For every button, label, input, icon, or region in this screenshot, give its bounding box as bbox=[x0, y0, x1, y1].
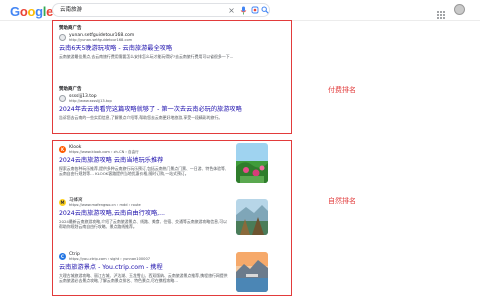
result-title-link[interactable]: 2024年去云南看完这篇攻略就够了 - 第一次去云南必玩的旅游攻略 bbox=[59, 106, 287, 114]
site-url: https://you.ctrip.com › sight › yunnan10… bbox=[69, 257, 151, 261]
result-thumbnail-image[interactable] bbox=[236, 143, 268, 183]
avatar[interactable] bbox=[454, 4, 465, 15]
search-icon[interactable] bbox=[260, 6, 269, 15]
result-snippet: 探索云南各种玩乐推荐,提供多种云南旅行玩乐预订,包括云南热门景点门票、一日游、特… bbox=[59, 165, 227, 176]
site-url: https://www.klook.com › zh-CN › 自由行 bbox=[69, 150, 139, 154]
globe-icon bbox=[59, 95, 66, 103]
organic-result: K Klook https://www.klook.com › zh-CN › … bbox=[59, 143, 229, 176]
globe-icon bbox=[59, 34, 66, 42]
mafengwo-icon: M bbox=[59, 199, 66, 207]
ad-result: 赞助商广告 ssssljj13.top http://www.ssssljj13… bbox=[59, 86, 287, 120]
logo-letter: G bbox=[10, 4, 20, 19]
result-title-link[interactable]: 云南6天5晚游玩攻略 - 云南旅游最全攻略 bbox=[59, 45, 287, 53]
result-title-link[interactable]: 2024云南旅游攻略 云南当地玩乐推荐 bbox=[59, 157, 229, 165]
mic-icon[interactable] bbox=[239, 6, 248, 15]
site-url: http://yunan.setfguidetour168.com bbox=[69, 38, 133, 42]
result-snippet: 2024最新云南旅游攻略,介绍了云南旅游景点、线路、美食、住宿、交通等云南旅游攻… bbox=[59, 218, 227, 229]
sponsored-label: 赞助商广告 bbox=[59, 26, 82, 31]
ctrip-icon: C bbox=[59, 253, 66, 261]
site-info[interactable]: K Klook https://www.klook.com › zh-CN › … bbox=[59, 145, 229, 155]
site-url: http://www.ssssljj13.top bbox=[69, 99, 112, 103]
logo-letter: o bbox=[27, 4, 36, 19]
site-info[interactable]: C Ctrip https://you.ctrip.com › sight › … bbox=[59, 252, 229, 262]
organic-result: M 马蜂窝 https://www.mafengwo.cn › mdd › ro… bbox=[59, 196, 229, 229]
result-snippet: 告诉您去云南的一些实用信息,了解景点介绍等,帮助您去云南更好地旅游,享受一段精彩… bbox=[59, 114, 223, 120]
result-snippet: 云南旅游最佳景点,去云南旅行费用需要怎么安排怎么玩才能玩得好?去云南旅行费用可以… bbox=[59, 53, 234, 59]
clear-icon[interactable]: × bbox=[227, 6, 236, 15]
google-logo[interactable]: Google bbox=[10, 4, 53, 19]
klook-icon: K bbox=[59, 146, 66, 154]
organic-ranking-label: 自然排名 bbox=[328, 197, 356, 205]
site-url: https://www.mafengwo.cn › mdd › route bbox=[69, 203, 141, 207]
search-input[interactable]: 云南旅游 × bbox=[52, 3, 270, 17]
sponsored-label: 赞助商广告 bbox=[59, 87, 82, 92]
ad-result: 赞助商广告 yunan.setfguidetour168.com http://… bbox=[59, 25, 287, 59]
result-title-link[interactable]: 云南旅游景点 - You.ctrip.com - 携程 bbox=[59, 264, 229, 272]
paid-ranking-label: 付费排名 bbox=[328, 86, 356, 94]
apps-grid-icon[interactable] bbox=[436, 5, 446, 19]
site-info[interactable]: ssssljj13.top http://www.ssssljj13.top bbox=[59, 94, 287, 104]
search-query-text[interactable]: 云南旅游 bbox=[60, 5, 82, 16]
organic-result: C Ctrip https://you.ctrip.com › sight › … bbox=[59, 250, 229, 283]
logo-letter: g bbox=[35, 4, 43, 19]
result-snippet: 大理古城旅游攻略、丽江古城、泸沽湖、玉龙雪山、西双版纳、云南旅游景点推荐,携程旅… bbox=[59, 272, 228, 283]
result-title-link[interactable]: 2024云南旅游攻略,云南自由行攻略,... bbox=[59, 210, 229, 218]
logo-letter: o bbox=[19, 4, 28, 19]
lens-icon[interactable] bbox=[250, 6, 259, 15]
result-thumbnail-image[interactable] bbox=[236, 199, 268, 235]
result-thumbnail-image[interactable] bbox=[236, 252, 268, 292]
site-info[interactable]: M 马蜂窝 https://www.mafengwo.cn › mdd › ro… bbox=[59, 198, 229, 208]
site-info[interactable]: yunan.setfguidetour168.com http://yunan.… bbox=[59, 33, 287, 43]
